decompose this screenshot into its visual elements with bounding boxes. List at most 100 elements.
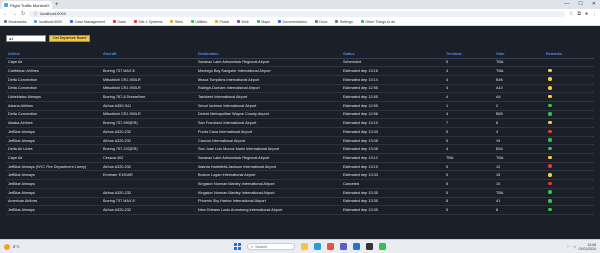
bookmark-item[interactable]: Bookmarks [4, 20, 26, 24]
status-yellow-dot-icon [548, 173, 552, 177]
clock[interactable]: 13:08 01/01/2024 [578, 243, 596, 251]
cell-destination: Raleigh-Durham International Airport [196, 84, 341, 94]
cell-airline: Cape Air [6, 153, 101, 163]
bookmark-favicon-icon [170, 20, 174, 23]
status-yellow-dot-icon [548, 120, 552, 125]
bookmark-item[interactable]: Portal [215, 20, 229, 24]
file-explorer-icon[interactable] [301, 243, 308, 250]
column-header-destination[interactable]: Destination [196, 50, 341, 59]
cell-airline: Delta Connection [6, 110, 101, 120]
chrome-icon[interactable] [327, 243, 334, 250]
departure-board-page: Get Departure Board Airline Aircraft Des… [0, 27, 600, 239]
teams-icon[interactable] [340, 243, 347, 250]
bookmark-item[interactable]: Dash [113, 20, 126, 24]
bookmarks-bar: Bookmarks localhost:5000 Case Management Da… [0, 18, 600, 26]
table-row: Asiana Airlines Airbus A350-941 Seoul Inch… [6, 101, 594, 111]
cell-remarks [544, 197, 594, 207]
extensions-icon[interactable]: ⧉ [577, 11, 581, 17]
cell-status: Estimated dep 13:16 [341, 66, 444, 76]
cell-gate: B55 [494, 110, 544, 120]
board-controls: Get Departure Board [6, 34, 594, 42]
tab-close-icon[interactable]: ✕ [47, 3, 50, 8]
weather-widget[interactable]: 8°C [0, 243, 90, 250]
bookmark-item[interactable]: Sites [170, 20, 183, 24]
status-red-dot-icon [548, 164, 552, 168]
status-yellow-dot-icon [548, 94, 552, 99]
bookmark-item[interactable]: Settings [335, 20, 353, 24]
cell-gate: B46 [494, 75, 544, 85]
bookmark-item[interactable]: Documentation [278, 20, 307, 24]
edge-icon[interactable] [314, 243, 321, 250]
cell-terminal: 4 [444, 92, 494, 102]
cell-airline: JetBlue Airways [6, 170, 101, 181]
bookmark-item[interactable]: localhost:5000 [34, 20, 62, 24]
cell-airline: Cape Air [6, 58, 101, 68]
wifi-icon[interactable]: ◠ [567, 245, 570, 249]
cell-gate: 15 [494, 170, 544, 181]
close-window-icon[interactable]: ✕ [592, 1, 596, 7]
profile-icon[interactable]: ● [585, 11, 588, 17]
bookmark-item[interactable]: Case Management [70, 20, 105, 24]
table-row: JetBlue Airways Airbus A320-232 Punta Cana… [6, 127, 594, 137]
menu-icon[interactable]: ⋮ [592, 11, 597, 17]
vscode-icon[interactable] [353, 243, 360, 250]
browser-tab[interactable]: Flight Traffic Monitoring Stage ✕ [2, 1, 52, 9]
start-icon[interactable] [234, 243, 241, 250]
column-header-airline[interactable]: Airline [6, 50, 101, 59]
cell-destination: New Orleans Louis Armstrong Internationa… [196, 205, 341, 215]
store-icon[interactable] [379, 243, 386, 250]
bookmark-favicon-icon [256, 20, 260, 23]
terminal-icon[interactable] [366, 243, 373, 250]
bookmark-label: Bookmarks [8, 19, 27, 24]
volume-icon[interactable]: ◁ [573, 245, 576, 249]
airport-code-input[interactable] [6, 34, 46, 42]
status-green-dot-icon [548, 199, 552, 203]
reload-icon[interactable]: ↻ [21, 11, 25, 17]
taskbar-search[interactable]: ⌕ Search [247, 243, 295, 250]
cell-destination: Montego Bay Sangster International Airpo… [196, 66, 341, 76]
cell-status: Estimated dep 13:33 [341, 170, 444, 181]
cell-destination: Detroit Metropolitan Wayne County Airpor… [196, 110, 341, 120]
back-icon[interactable]: ← [3, 11, 8, 17]
bookmark-item[interactable]: Other Things to do [360, 20, 395, 24]
bookmark-label: Case Management [74, 19, 106, 24]
cell-destination: San Juan Luis Munoz Marin International … [196, 144, 341, 155]
cell-remarks [544, 205, 594, 215]
bookmark-item[interactable]: Utilities [190, 20, 207, 24]
bookmark-item[interactable]: Site 1 Systems [133, 20, 162, 24]
cell-terminal: 5 [444, 205, 494, 215]
get-departure-board-button[interactable]: Get Departure Board [49, 34, 91, 42]
column-header-status[interactable]: Status [341, 50, 444, 59]
cell-destination: Cancun International Airport [196, 136, 341, 146]
cell-remarks [544, 75, 594, 85]
window-controls: — ☐ ✕ [564, 1, 596, 7]
column-header-remarks[interactable]: Remarks [544, 50, 594, 59]
maximize-icon[interactable]: ☐ [578, 1, 582, 7]
bookmark-label: Portal [219, 19, 229, 24]
forward-icon[interactable]: → [12, 11, 17, 17]
cell-destination: Tashkent International Airport [196, 92, 341, 102]
cell-terminal: 5 [444, 170, 494, 181]
cell-gate: TBA [494, 66, 544, 76]
bookmark-favicon-icon [215, 20, 218, 23]
cell-remarks [544, 110, 594, 120]
cell-destination: Kingston Norman Manley International Air… [196, 188, 341, 198]
column-header-gate[interactable]: Gate [494, 50, 544, 59]
bookmark-favicon-icon [314, 20, 318, 23]
cell-status: Estimated dep 13:15 [341, 162, 444, 172]
bookmark-item[interactable]: Web [236, 20, 249, 24]
column-header-terminal[interactable]: Terminal [444, 50, 494, 59]
bookmark-item[interactable]: Docs [314, 20, 327, 24]
bookmark-label: Sites [174, 19, 183, 24]
new-tab-icon[interactable]: + [55, 2, 59, 8]
cell-status: Estimated dep 12:56 [341, 110, 444, 120]
cell-aircraft: Mitsubishi CRJ-900LR [101, 75, 196, 85]
bookmark-item[interactable]: Maps [256, 20, 270, 24]
minimize-icon[interactable]: — [564, 1, 569, 7]
bookmark-favicon-icon [190, 20, 194, 23]
star-icon[interactable]: ☆ [569, 11, 573, 17]
bookmark-favicon-icon [4, 20, 7, 23]
url-field[interactable]: ⓘ localhost:5000 [29, 10, 565, 17]
column-header-aircraft[interactable]: Aircraft [101, 50, 196, 59]
info-icon[interactable]: ⓘ [33, 11, 37, 17]
